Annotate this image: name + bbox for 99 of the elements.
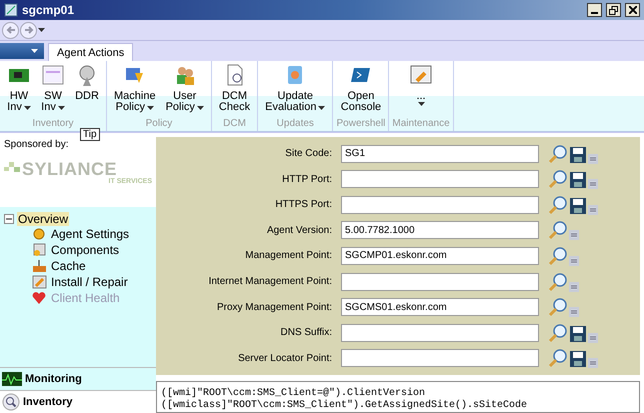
tree-item[interactable]: Components <box>50 243 120 257</box>
close-icon <box>628 6 636 14</box>
search-icon[interactable] <box>548 246 568 266</box>
minimize-button[interactable] <box>587 3 602 17</box>
field-label: Internet Management Point: <box>208 276 332 287</box>
back-button[interactable] <box>2 22 19 38</box>
field-label: HTTPS Port: <box>274 199 332 210</box>
ribbon-button[interactable]: Machine Policy <box>110 63 160 118</box>
ribbon-button[interactable]: HW Inv <box>3 63 35 118</box>
ribbon-button[interactable]: ... <box>405 63 438 118</box>
pulse-graph-icon <box>2 372 22 386</box>
text-field[interactable]: SG1 <box>341 144 539 163</box>
caret-icon <box>31 49 38 53</box>
caret-icon <box>318 106 326 110</box>
forward-button[interactable] <box>20 22 37 38</box>
field-label: Proxy Management Point: <box>216 302 332 313</box>
save-icon[interactable] <box>569 171 587 190</box>
search-icon[interactable] <box>548 220 568 240</box>
group-label: Policy <box>146 118 172 131</box>
nav-section[interactable]: Monitoring <box>0 367 156 390</box>
tree-item[interactable]: Agent Settings <box>50 227 130 241</box>
search-icon[interactable] <box>548 144 568 164</box>
dropdown-icon[interactable] <box>588 204 598 215</box>
ribbon-button[interactable]: SW Inv <box>37 63 69 118</box>
dropdown-icon[interactable] <box>588 154 598 164</box>
minus-icon <box>6 216 12 222</box>
field-label: Agent Version: <box>266 224 332 236</box>
wrench-icon <box>32 275 47 289</box>
text-field[interactable] <box>341 349 539 368</box>
caret-icon <box>24 106 31 110</box>
field-label: HTTP Port: <box>281 174 332 185</box>
ribbon-button[interactable]: DCM Check <box>214 63 254 118</box>
tree-item[interactable]: Overview <box>17 212 70 226</box>
search-icon[interactable] <box>548 194 568 215</box>
restore-icon <box>609 6 618 14</box>
group-label: DCM <box>223 118 246 131</box>
restore-button[interactable] <box>606 3 621 17</box>
app-menu-button[interactable] <box>0 43 44 59</box>
search-icon[interactable] <box>548 297 568 318</box>
basket-icon <box>32 259 47 273</box>
forward-arrow-icon <box>24 25 34 35</box>
search-icon[interactable] <box>548 322 568 343</box>
app-icon <box>4 3 18 17</box>
group-label: Maintenance <box>392 118 450 131</box>
tooltip: Tip <box>80 128 100 141</box>
dropdown-icon[interactable] <box>569 230 579 240</box>
caret-icon <box>196 106 204 110</box>
text-field[interactable] <box>341 324 539 342</box>
dropdown-icon[interactable] <box>569 282 579 292</box>
logo-wordmark: SYLIANCE <box>22 160 118 178</box>
search-icon[interactable] <box>548 272 568 292</box>
tree-item[interactable]: Cache <box>50 259 87 273</box>
components-icon <box>32 243 47 257</box>
ribbon-button[interactable]: Open Console <box>336 63 386 118</box>
dropdown-icon[interactable] <box>569 307 579 318</box>
group-label: Updates <box>276 118 314 131</box>
dropdown-icon[interactable] <box>588 179 598 190</box>
group-label: Powershell <box>336 118 386 131</box>
ribbon-tab[interactable]: Agent Actions <box>48 43 134 61</box>
ribbon-button[interactable]: User Policy <box>162 63 208 118</box>
save-icon[interactable] <box>569 324 587 343</box>
window-title: sgcmp01 <box>22 3 76 17</box>
collapse-toggle[interactable] <box>4 214 14 224</box>
field-label: Server Locator Point: <box>237 352 332 364</box>
back-arrow-icon <box>6 25 16 35</box>
sponsor-caption: Sponsored by: <box>4 139 70 150</box>
field-label: Site Code: <box>284 148 332 160</box>
save-icon[interactable] <box>569 146 587 164</box>
group-label: Inventory <box>32 118 74 131</box>
search-icon[interactable] <box>548 348 568 368</box>
caret-icon <box>146 106 154 110</box>
caret-icon <box>418 102 425 106</box>
tree-item[interactable]: Install / Repair <box>50 275 129 289</box>
ribbon-button[interactable]: DDR <box>71 63 103 118</box>
close-button[interactable] <box>625 3 640 17</box>
text-field[interactable]: SGCMP01.eskonr.com <box>341 246 539 265</box>
heart-icon <box>32 291 47 305</box>
script-editor[interactable]: ([wmi]"ROOT\ccm:SMS_Client=@").ClientVersion ([wmiclass]"ROOT\ccm:SMS_Client").GetAssignedSite().sSiteCode <box>156 381 640 413</box>
text-field[interactable] <box>341 272 539 290</box>
dropdown-icon[interactable] <box>588 332 598 343</box>
search-icon[interactable] <box>548 169 568 190</box>
field-label: Management Point: <box>244 250 332 262</box>
save-icon[interactable] <box>569 196 587 215</box>
code-line: ([wmi]"ROOT\ccm:SMS_Client=@").ClientVersion <box>161 388 426 400</box>
ribbon-button[interactable]: Update Evaluation <box>261 63 330 118</box>
nav-section[interactable]: Inventory <box>0 390 156 413</box>
dropdown-icon[interactable] <box>569 256 579 266</box>
text-field[interactable]: SGCMS01.eskonr.com <box>341 298 539 316</box>
search-icon <box>2 393 20 411</box>
history-caret-icon <box>38 28 45 32</box>
field-label: DNS Suffix: <box>280 327 332 338</box>
text-field[interactable] <box>341 196 539 214</box>
dropdown-icon[interactable] <box>588 358 598 368</box>
save-icon[interactable] <box>569 350 587 368</box>
caret-icon <box>58 106 65 110</box>
text-field[interactable] <box>341 170 539 188</box>
text-field[interactable]: 5.00.7782.1000 <box>341 221 539 240</box>
code-line: ([wmiclass]"ROOT\ccm:SMS_Client").GetAssignedSite().sSiteCode <box>161 400 528 412</box>
window-icon <box>41 63 65 87</box>
